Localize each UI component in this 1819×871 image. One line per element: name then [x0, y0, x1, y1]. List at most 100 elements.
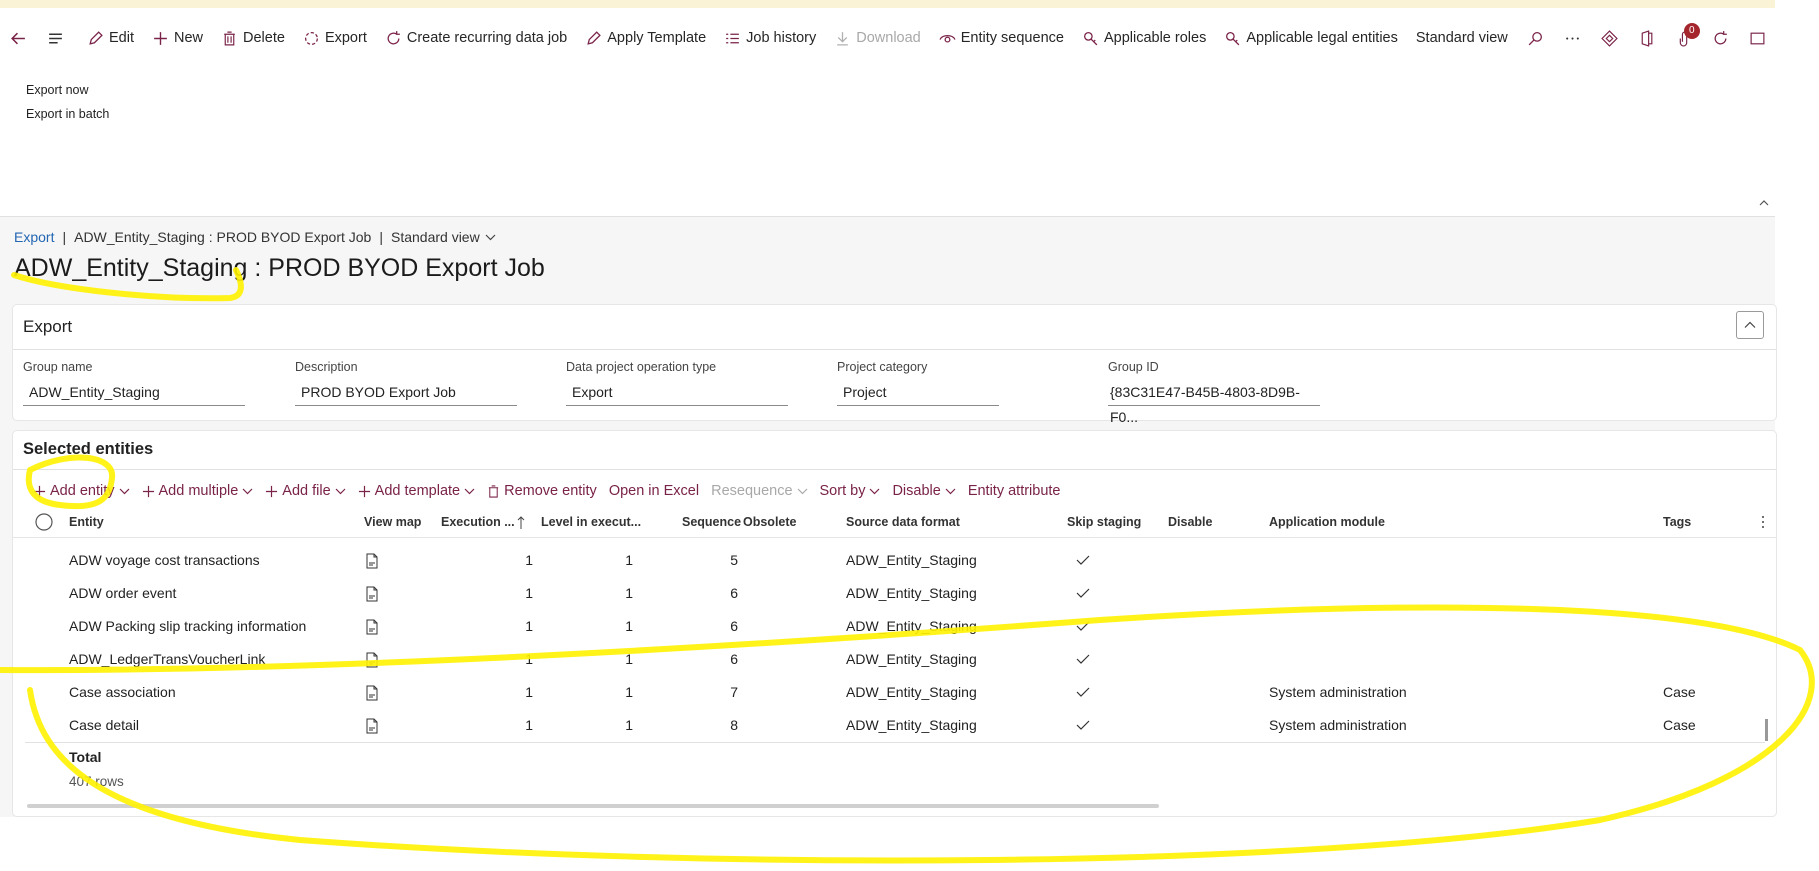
view-map-icon[interactable] — [365, 643, 379, 676]
horizontal-scrollbar[interactable] — [27, 804, 1159, 808]
table-row[interactable]: Case detail 1 1 8 ADW_Entity_Staging Sys… — [13, 709, 1776, 742]
window-icon — [1749, 30, 1766, 47]
job-history-button[interactable]: Job history — [715, 18, 825, 58]
office-button[interactable] — [1628, 18, 1665, 58]
open-new-window-button[interactable] — [1739, 18, 1776, 58]
apply-template-label: Apply Template — [607, 30, 707, 46]
breadcrumb-export-link[interactable]: Export — [14, 229, 54, 245]
applicable-roles-button[interactable]: Applicable roles — [1073, 18, 1215, 58]
resequence-button[interactable]: Resequence — [705, 475, 813, 507]
source-format-cell: ADW_Entity_Staging — [846, 684, 977, 700]
collapse-action-pane-button[interactable] — [1758, 198, 1770, 208]
open-in-excel-button[interactable]: Open in Excel — [603, 475, 705, 507]
apply-template-button[interactable]: Apply Template — [576, 18, 715, 58]
table-row[interactable]: ADW voyage cost transactions 1 1 5 ADW_E… — [13, 544, 1776, 577]
vertical-scrollbar[interactable] — [1765, 719, 1768, 741]
download-button[interactable]: Download — [825, 18, 930, 58]
checkmark-icon — [1076, 676, 1090, 709]
refresh-button[interactable] — [1702, 18, 1739, 58]
column-header-tags[interactable]: Tags — [1663, 507, 1691, 537]
sort-by-button[interactable]: Sort by — [814, 475, 887, 507]
collapse-export-button[interactable] — [1736, 311, 1764, 339]
app-module-cell: System administration — [1269, 684, 1407, 700]
search-button[interactable] — [1517, 18, 1554, 58]
view-map-icon[interactable] — [365, 544, 379, 577]
add-entity-button[interactable]: Add entity — [27, 475, 136, 507]
group-id-field: Group ID {83C31E47-B45B-4803-8D9B-F0... — [1108, 360, 1320, 425]
power-apps-button[interactable] — [1591, 18, 1628, 58]
list-icon — [724, 30, 741, 47]
applicable-legal-entities-label: Applicable legal entities — [1246, 30, 1398, 46]
selected-entities-title: Selected entities — [23, 440, 154, 458]
entity-sequence-button[interactable]: Entity sequence — [930, 18, 1073, 58]
sort-by-label: Sort by — [819, 483, 866, 499]
description-label: Description — [295, 360, 358, 374]
execution-cell: 1 — [525, 651, 533, 667]
operation-type-field: Data project operation type Export — [566, 360, 788, 406]
add-template-button[interactable]: Add template — [352, 475, 481, 507]
chevron-down-icon — [242, 487, 253, 495]
level-cell: 1 — [625, 651, 633, 667]
table-row[interactable]: ADW order event 1 1 6 ADW_Entity_Staging — [13, 577, 1776, 610]
export-section-title: Export — [23, 317, 73, 336]
operation-type-input[interactable]: Export — [566, 380, 788, 406]
add-entity-label: Add entity — [50, 483, 115, 499]
view-map-icon[interactable] — [365, 676, 379, 709]
tags-cell: Case — [1663, 684, 1696, 700]
delete-button[interactable]: Delete — [212, 18, 294, 58]
create-recurring-job-button[interactable]: Create recurring data job — [376, 18, 576, 58]
group-id-input[interactable]: {83C31E47-B45B-4803-8D9B-F0... — [1108, 380, 1320, 425]
back-button[interactable] — [0, 18, 37, 58]
table-row[interactable]: Case association 1 1 7 ADW_Entity_Stagin… — [13, 676, 1776, 709]
entities-action-bar: Add entity Add multiple Add file Add tem… — [27, 475, 1067, 507]
chevron-down-icon — [797, 487, 808, 495]
view-map-icon[interactable] — [365, 610, 379, 643]
column-header-level[interactable]: Level in execut... — [541, 507, 641, 537]
export-button[interactable]: Export — [294, 18, 376, 58]
chevron-down-icon — [869, 487, 880, 495]
export-in-batch-menu-item[interactable]: Export in batch — [26, 102, 109, 126]
checkmark-icon — [1076, 709, 1090, 742]
new-button[interactable]: New — [143, 18, 212, 58]
table-row[interactable]: ADW_LedgerTransVoucherLink 1 1 6 ADW_Ent… — [13, 643, 1776, 676]
column-header-sequence[interactable]: Sequence — [682, 507, 741, 537]
applicable-legal-entities-button[interactable]: Applicable legal entities — [1215, 18, 1407, 58]
edit-button[interactable]: Edit — [78, 18, 143, 58]
pencil-icon — [585, 30, 602, 47]
action-toolbar: Edit New Delete Export Create recurring … — [0, 18, 1775, 58]
column-header-view-map[interactable]: View map — [364, 507, 421, 537]
column-header-disable[interactable]: Disable — [1168, 507, 1212, 537]
table-row[interactable]: ADW Packing slip tracking information 1 … — [13, 610, 1776, 643]
export-now-menu-item[interactable]: Export now — [26, 78, 109, 102]
add-file-button[interactable]: Add file — [259, 475, 351, 507]
standard-view-button[interactable]: Standard view — [1407, 18, 1517, 58]
view-selector[interactable]: Standard view — [391, 229, 496, 245]
column-header-app-module[interactable]: Application module — [1269, 507, 1385, 537]
column-header-source-format[interactable]: Source data format — [846, 507, 960, 537]
entity-attribute-button[interactable]: Entity attribute — [962, 475, 1067, 507]
project-category-input[interactable]: Project — [837, 380, 999, 406]
column-options-icon[interactable] — [1761, 507, 1765, 537]
view-map-icon[interactable] — [365, 577, 379, 610]
select-all-checkbox[interactable] — [35, 507, 53, 537]
remove-entity-button[interactable]: Remove entity — [481, 475, 603, 507]
column-header-obsolete[interactable]: Obsolete — [743, 507, 797, 537]
execution-cell: 1 — [525, 618, 533, 634]
disable-button[interactable]: Disable — [886, 475, 961, 507]
column-header-entity[interactable]: Entity — [69, 507, 104, 537]
add-multiple-button[interactable]: Add multiple — [136, 475, 260, 507]
column-header-skip-staging[interactable]: Skip staging — [1067, 507, 1141, 537]
diamond-icon — [1601, 29, 1618, 47]
view-map-icon[interactable] — [365, 709, 379, 742]
source-format-cell: ADW_Entity_Staging — [846, 651, 977, 667]
export-label: Export — [324, 30, 367, 46]
more-options-button[interactable] — [1554, 18, 1591, 58]
column-header-execution[interactable]: Execution ... — [441, 507, 515, 537]
totals-divider — [25, 742, 1765, 743]
notifications-button[interactable]: 0 — [1665, 18, 1702, 58]
app-module-cell: System administration — [1269, 717, 1407, 733]
menu-button[interactable] — [37, 18, 74, 58]
description-input[interactable]: PROD BYOD Export Job — [295, 380, 517, 406]
edit-label: Edit — [109, 30, 134, 46]
group-name-input[interactable]: ADW_Entity_Staging — [23, 380, 245, 406]
